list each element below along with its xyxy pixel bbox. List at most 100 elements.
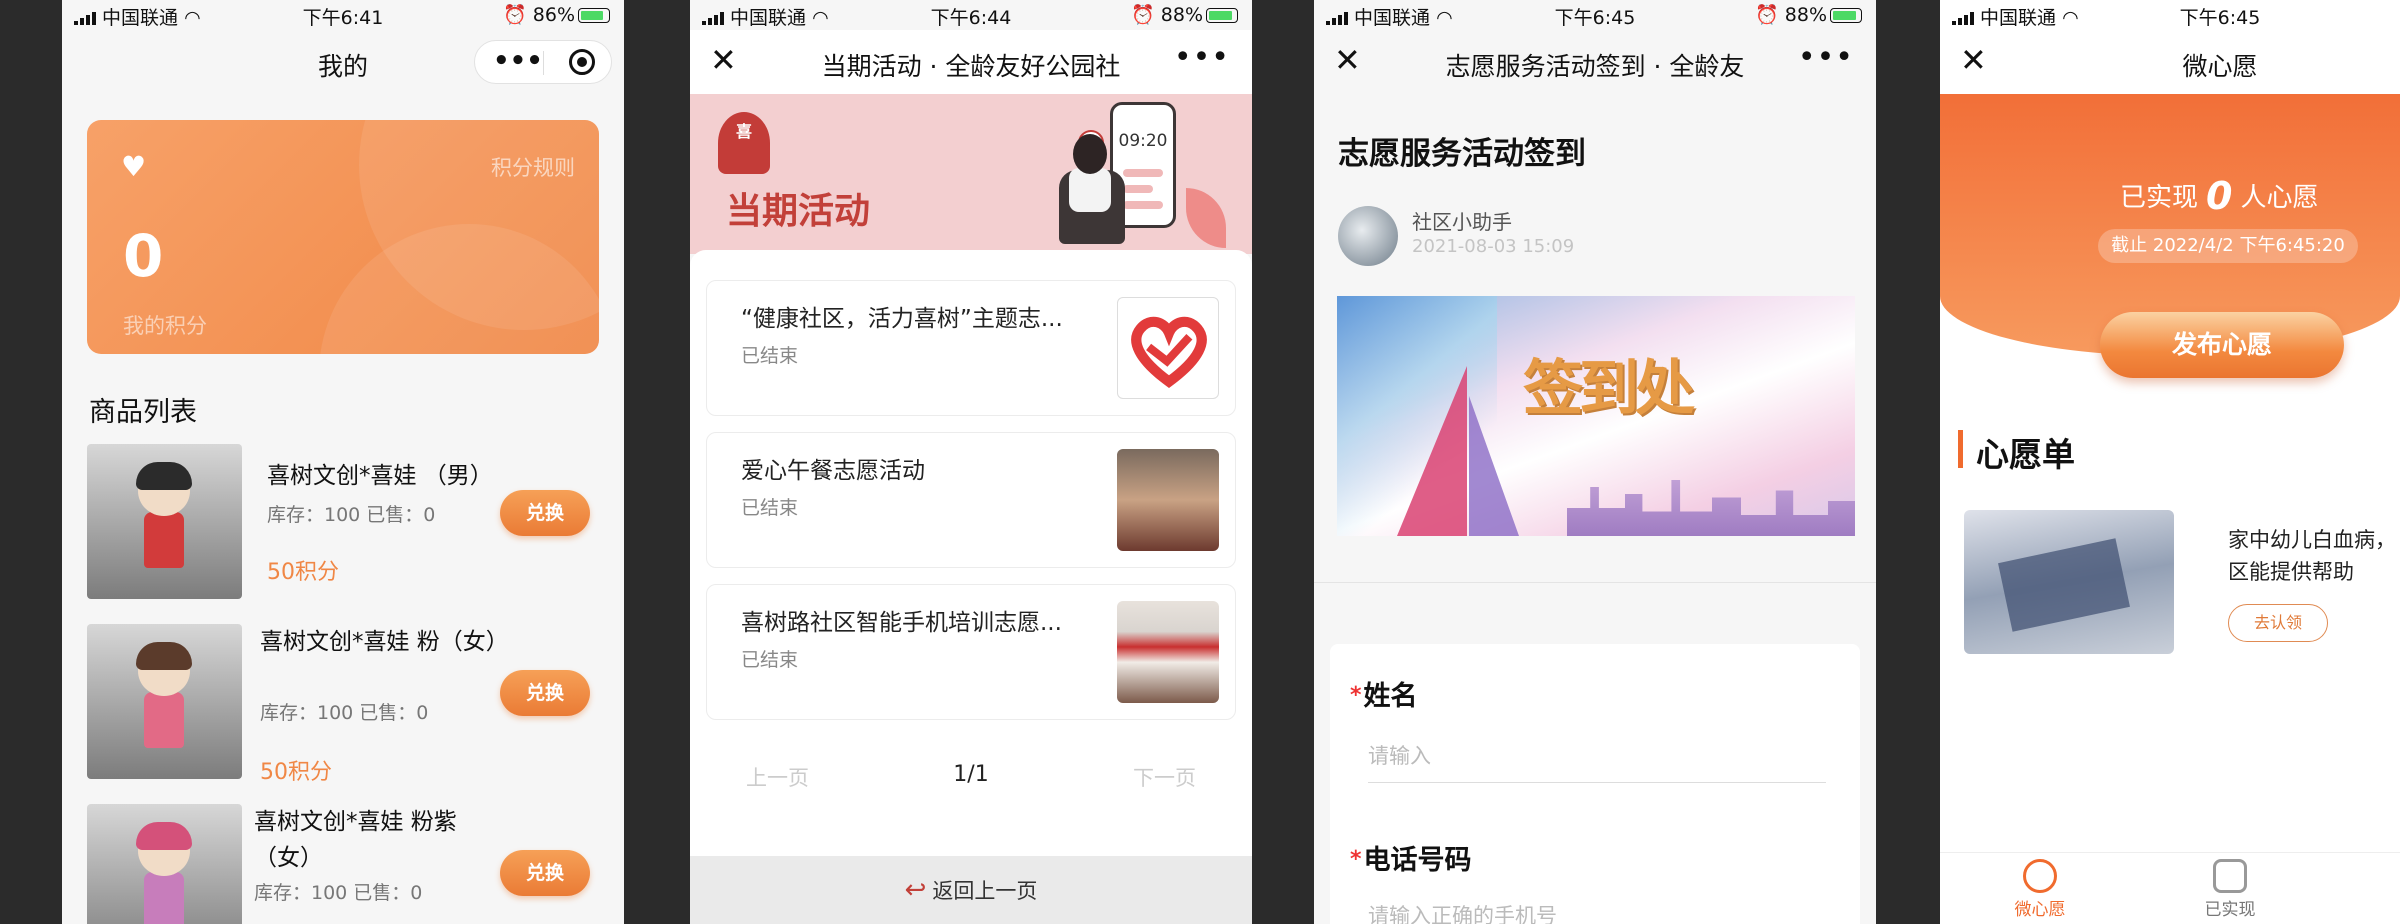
product-image [87, 444, 242, 599]
deadline-badge: 截止 2022/4/2 下午6:45:20 [2098, 229, 2358, 263]
more-icon[interactable]: ••• [1174, 40, 1230, 75]
wish-description: 家中幼儿白血病， 区能提供帮助 [2228, 528, 2396, 584]
product-stock: 库存：100 已售：0 [254, 882, 423, 904]
tab-achieved[interactable]: 已实现 [2190, 859, 2270, 920]
activity-status: 已结束 [741, 497, 799, 519]
activity-item[interactable]: 爱心午餐志愿活动 已结束 [706, 432, 1236, 568]
community-logo: 喜 [718, 112, 770, 174]
phone-input[interactable]: 请输入正确的手机号 [1368, 900, 1826, 924]
page-title: 志愿服务活动签到 · 全龄友 [1445, 52, 1745, 81]
close-miniprogram-icon[interactable] [569, 49, 595, 75]
battery-icon [1830, 8, 1862, 23]
author-name: 社区小助手 [1412, 210, 1512, 234]
battery-percent: 88% [1160, 4, 1203, 26]
next-page-button[interactable]: 下一页 [1133, 762, 1196, 792]
back-label: 返回上一页 [932, 879, 1038, 903]
product-stock: 库存：100 已售：0 [267, 504, 436, 526]
wish-photo [1964, 510, 2174, 654]
product-item[interactable]: 喜树文创*喜娃 粉紫（女） 库存：100 已售：0 兑换 [87, 804, 607, 924]
activity-photo [1117, 601, 1219, 703]
name-input[interactable]: 请输入 [1368, 740, 1826, 783]
field-label-phone: *电话号码 [1350, 845, 1472, 876]
page-title: 微心愿 [2182, 52, 2258, 81]
hero-title: 当期活动 [726, 191, 871, 232]
achieved-summary: 已实现 0 人心愿 [2120, 174, 2319, 218]
product-name: 喜树文创*喜娃 粉（女） [260, 629, 509, 655]
miniprogram-capsule: ••• [474, 40, 612, 84]
product-stock: 库存：100 已售：0 [260, 702, 429, 724]
product-points: 50积分 [267, 560, 339, 585]
publish-wish-button[interactable]: 发布心愿 [2100, 312, 2344, 378]
hero-banner: 喜 当期活动 09:20 ! [690, 94, 1252, 254]
alarm-icon: ⏰ [1131, 4, 1155, 26]
status-bar: 中国联通 ◠ 下午6:45 [1940, 0, 2400, 30]
activity-item[interactable]: “健康社区，活力喜树”主题志... 已结束 [706, 280, 1236, 416]
alarm-icon: ⏰ [1755, 4, 1779, 26]
screen-activities: 中国联通 ◠ 下午6:44 ⏰ 88% ✕ 当期活动 · 全龄友好公园社 •••… [690, 0, 1252, 924]
nav-bar: 我的 ••• [62, 30, 624, 94]
diamond-icon: ♥ [121, 150, 147, 183]
tab-bar: 微心愿 已实现 我 [1940, 852, 2400, 924]
activity-title: “健康社区，活力喜树”主题志... [741, 306, 1063, 332]
activity-photo [1117, 449, 1219, 551]
document-icon [2213, 859, 2247, 893]
points-label: 我的积分 [123, 314, 207, 338]
section-title: 商品列表 [89, 397, 197, 428]
achieved-count: 0 [2206, 174, 2233, 218]
more-icon[interactable]: ••• [1798, 40, 1854, 75]
product-name: 喜树文创*喜娃 （男） [267, 463, 493, 489]
status-bar: 中国联通 ◠ 下午6:45 ⏰ 88% [1314, 0, 1876, 30]
points-card: ♥ 积分规则 0 我的积分 [87, 120, 599, 354]
exchange-button[interactable]: 兑换 [500, 670, 590, 716]
alarm-icon: ⏰ [503, 4, 527, 26]
nav-bar: ✕ 微心愿 [1940, 30, 2400, 94]
product-image [87, 804, 242, 924]
wish-list-title: 心愿单 [1958, 428, 2075, 476]
nav-bar: ✕ 志愿服务活动签到 · 全龄友 ••• [1314, 30, 1876, 94]
battery-percent: 88% [1784, 4, 1827, 26]
exchange-button[interactable]: 兑换 [500, 490, 590, 536]
screen-signin: 中国联通 ◠ 下午6:45 ⏰ 88% ✕ 志愿服务活动签到 · 全龄友 •••… [1314, 0, 1876, 924]
more-icon[interactable]: ••• [493, 46, 543, 76]
exchange-button[interactable]: 兑换 [500, 850, 590, 896]
points-value: 0 [123, 222, 164, 290]
article-heading: 志愿服务活动签到 [1338, 136, 1586, 172]
signin-form: *姓名 请输入 *电话号码 请输入正确的手机号 [1330, 644, 1860, 924]
screen-mine: 中国联通 ◠ 下午6:41 ⏰ 86% 我的 ••• ♥ 积分规则 0 我的积分… [62, 0, 624, 924]
battery-icon [1206, 8, 1238, 23]
activity-title: 喜树路社区智能手机培训志愿... [741, 610, 1062, 636]
product-name: 喜树文创*喜娃 粉紫（女） [254, 809, 457, 871]
product-item[interactable]: 喜树文创*喜娃 粉（女） 库存：100 已售：0 50积分 兑换 [87, 624, 607, 785]
avatar [1338, 206, 1398, 266]
plant-illustration [1186, 188, 1226, 248]
product-image [87, 624, 242, 779]
nav-bar: ✕ 当期活动 · 全龄友好公园社 ••• [690, 30, 1252, 94]
status-bar: 中国联通 ◠ 下午6:41 ⏰ 86% [62, 0, 624, 30]
heart-icon [2023, 859, 2057, 893]
claim-button[interactable]: 去认领 [2228, 604, 2328, 642]
activity-title: 爱心午餐志愿活动 [741, 458, 925, 484]
activity-item[interactable]: 喜树路社区智能手机培训志愿... 已结束 [706, 584, 1236, 720]
activity-status: 已结束 [741, 345, 799, 367]
status-bar: 中国联通 ◠ 下午6:44 ⏰ 88% [690, 0, 1252, 30]
heart-hand-icon [1117, 297, 1219, 399]
back-button[interactable]: ↩ 返回上一页 [690, 856, 1252, 924]
tab-wish[interactable]: 微心愿 [2000, 859, 2080, 920]
product-item[interactable]: 喜树文创*喜娃 （男） 库存：100 已售：0 50积分 兑换 [87, 444, 607, 604]
woman-illustration [1045, 134, 1135, 244]
page-title: 当期活动 · 全龄友好公园社 [821, 52, 1121, 81]
status-time: 下午6:45 [2179, 7, 2261, 29]
back-arrow-icon: ↩ [904, 875, 927, 905]
tab-me[interactable]: 我 [2380, 859, 2400, 920]
battery-icon [578, 8, 610, 23]
banner-text: 签到处 [1523, 354, 1695, 424]
divider [1314, 582, 1876, 583]
activity-status: 已结束 [741, 649, 799, 671]
signin-banner-image: 签到处 [1337, 296, 1855, 536]
field-label-name: *姓名 [1350, 681, 1418, 712]
post-date: 2021-08-03 15:09 [1412, 236, 1575, 257]
battery-percent: 86% [532, 4, 575, 26]
product-points: 50积分 [260, 760, 332, 785]
screen-wish: 中国联通 ◠ 下午6:45 ✕ 微心愿 已实现 0 人心愿 截止 2022/4/2 … [1940, 0, 2400, 924]
points-rule-link[interactable]: 积分规则 [491, 152, 575, 182]
